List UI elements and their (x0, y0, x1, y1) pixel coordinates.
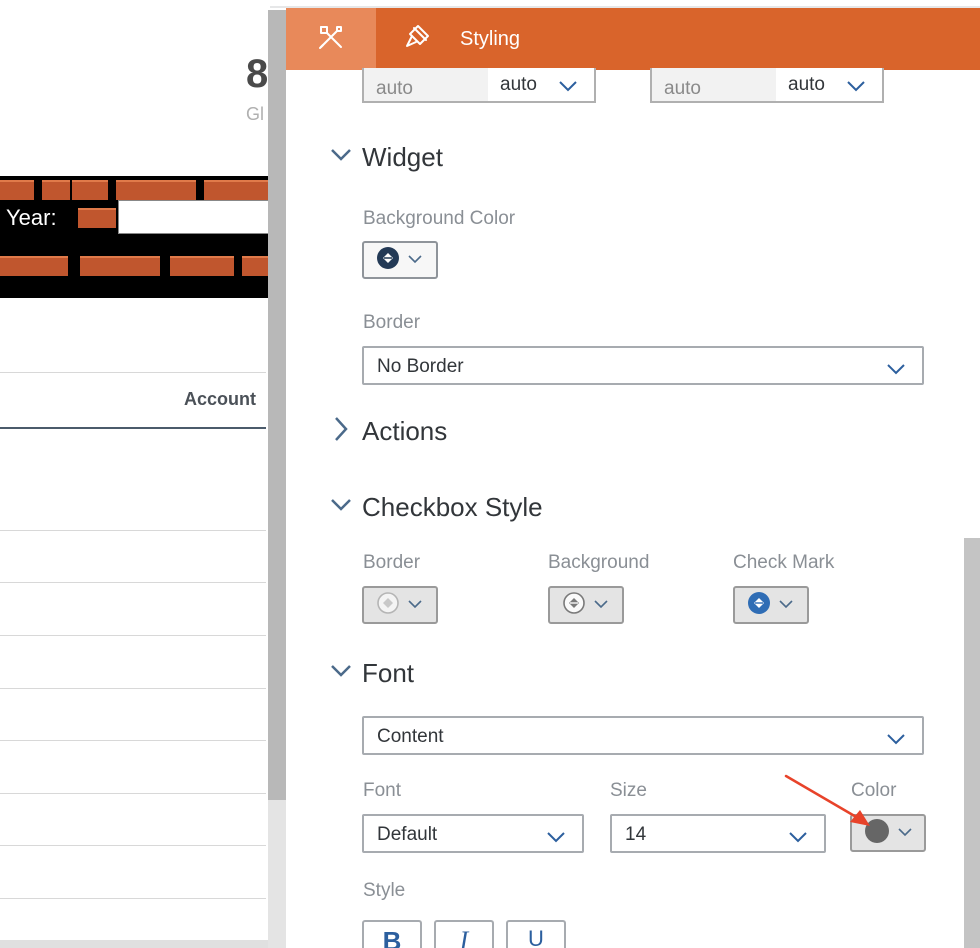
scrollbar-thumb[interactable] (964, 538, 980, 948)
underline-button[interactable]: U (506, 920, 566, 948)
tools-icon (317, 23, 345, 56)
table-divider (0, 372, 266, 373)
border-select-value: No Border (377, 356, 464, 377)
panel-gutter (268, 10, 286, 800)
border-label: Border (363, 312, 421, 333)
widget-background-color-button[interactable] (362, 241, 438, 279)
table-row (0, 635, 266, 636)
checkbox-background-color-button[interactable] (548, 586, 624, 624)
table-row (0, 793, 266, 794)
chevron-down-icon (330, 148, 352, 167)
chevron-down-icon (779, 596, 793, 614)
font-size-value: 14 (625, 824, 647, 845)
chevron-right-icon (330, 416, 352, 447)
tab-styling[interactable]: Styling (404, 8, 520, 70)
account-column-header[interactable]: Account (184, 389, 256, 410)
font-family-select[interactable]: Default (362, 814, 584, 853)
section-checkbox-style-title: Checkbox Style (362, 492, 543, 522)
chevron-down-icon (546, 827, 566, 849)
font-target-value: Content (377, 726, 444, 747)
checkbox-check-mark-color-button[interactable] (733, 586, 809, 624)
chevron-down-icon (330, 664, 352, 683)
chevron-down-icon (558, 76, 578, 98)
brick-banner: Year: (0, 176, 270, 298)
background-color-label: Background Color (363, 208, 516, 229)
checkbox-border-color-button[interactable] (362, 586, 438, 624)
panel-gutter-lower (268, 800, 286, 948)
kpi-value: 8 (246, 52, 269, 96)
height-unit-select[interactable]: auto (776, 68, 882, 101)
table-row (0, 845, 266, 846)
chevron-down-icon (594, 596, 608, 614)
height-field[interactable]: auto auto (650, 68, 884, 103)
width-value: auto (364, 68, 488, 101)
year-input[interactable] (118, 200, 270, 234)
year-label: Year: (6, 205, 57, 230)
chevron-down-icon (846, 76, 866, 98)
font-family-value: Default (377, 824, 438, 845)
chevron-down-icon (330, 498, 352, 517)
width-unit-select[interactable]: auto (488, 68, 594, 101)
section-widget[interactable]: Widget (330, 142, 443, 173)
checkbox-background-label: Background (548, 552, 650, 573)
background-canvas: 8 Gl Year: Account (0, 0, 270, 948)
tab-builder[interactable] (286, 8, 376, 70)
table-row (0, 740, 266, 741)
kpi-subtitle: Gl (246, 104, 264, 124)
table-row (0, 582, 266, 583)
table-row (0, 688, 266, 689)
font-size-label: Size (610, 780, 647, 801)
section-actions[interactable]: Actions (330, 416, 447, 447)
paint-bucket-icon (747, 591, 771, 620)
table-header-underline (0, 427, 266, 429)
font-family-label: Font (363, 780, 402, 801)
chevron-down-icon (898, 824, 912, 842)
section-font[interactable]: Font (330, 658, 414, 689)
height-unit-label: auto (788, 74, 825, 95)
section-checkbox-style[interactable]: Checkbox Style (330, 492, 543, 523)
table-row (0, 530, 266, 531)
chevron-down-icon (886, 729, 906, 751)
paint-bucket-icon (376, 246, 400, 275)
table-row (0, 898, 266, 899)
checkbox-border-label: Border (363, 552, 421, 573)
border-select[interactable]: No Border (362, 346, 924, 385)
chevron-down-icon (886, 359, 906, 381)
chevron-down-icon (408, 596, 422, 614)
height-value: auto (652, 68, 776, 101)
annotation-arrow-icon (780, 770, 880, 835)
chevron-down-icon (408, 251, 422, 269)
font-target-select[interactable]: Content (362, 716, 924, 755)
panel-header: Styling (286, 8, 980, 70)
width-unit-label: auto (500, 74, 537, 95)
bottom-bar (0, 940, 270, 948)
paint-bucket-icon (562, 591, 586, 620)
paint-bucket-icon (376, 591, 400, 620)
width-field[interactable]: auto auto (362, 68, 596, 103)
paint-brush-icon (404, 22, 432, 56)
font-style-label: Style (363, 880, 406, 901)
section-widget-title: Widget (362, 142, 443, 172)
section-font-title: Font (362, 658, 415, 688)
checkbox-check-mark-label: Check Mark (733, 552, 835, 573)
italic-button[interactable]: I (434, 920, 494, 948)
tab-styling-label: Styling (460, 27, 521, 50)
section-actions-title: Actions (362, 416, 448, 446)
bold-button[interactable]: B (362, 920, 422, 948)
